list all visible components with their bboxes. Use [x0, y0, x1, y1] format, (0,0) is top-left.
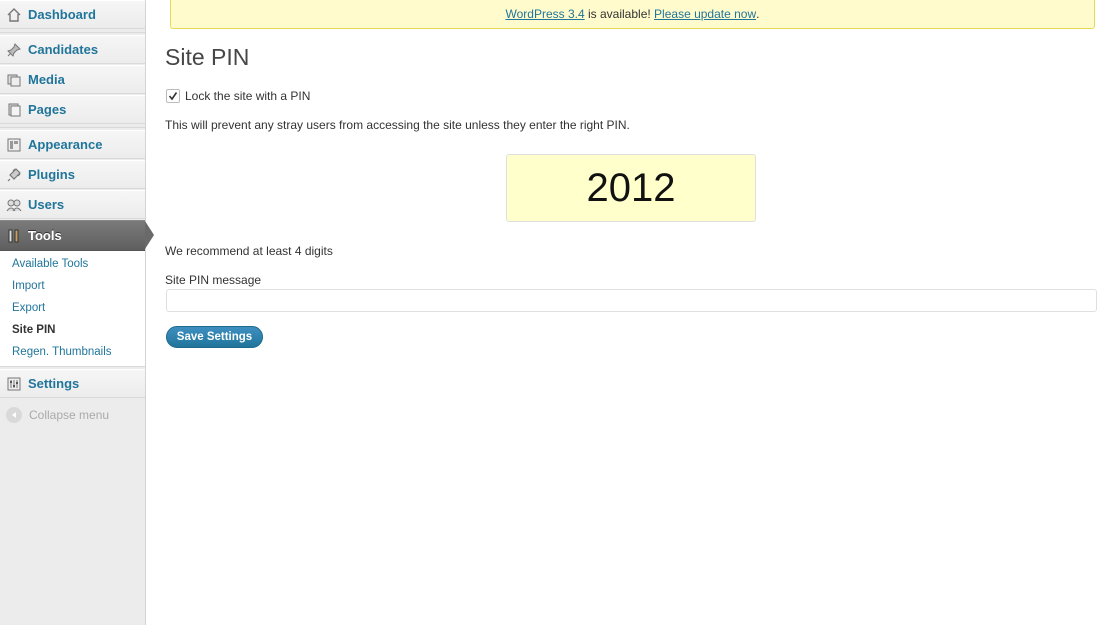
menu-item-media[interactable]: Media	[0, 65, 145, 94]
users-icon	[6, 197, 22, 213]
notice-text: is available!	[584, 7, 655, 21]
settings-icon	[6, 376, 22, 392]
admin-sidebar: Dashboard Candidates Media Pages Appeara…	[0, 0, 154, 625]
menu-item-users[interactable]: Users	[0, 190, 145, 219]
lock-site-option: Lock the site with a PIN	[166, 89, 310, 103]
menu-label: Candidates	[28, 42, 99, 57]
media-icon	[6, 72, 22, 88]
pages-icon	[6, 102, 22, 118]
pushpin-icon	[6, 42, 22, 58]
tools-icon	[6, 228, 22, 244]
submenu-item-import[interactable]: Import	[12, 280, 45, 292]
update-now-link[interactable]: Please update now	[654, 7, 756, 21]
submenu-item-available-tools[interactable]: Available Tools	[12, 258, 88, 270]
menu-item-candidates[interactable]: Candidates	[0, 35, 145, 64]
menu-label: Pages	[28, 102, 67, 117]
menu-separator	[0, 124, 145, 128]
page-title: Site PIN	[165, 44, 250, 70]
menu-label: Appearance	[28, 137, 103, 152]
appearance-icon	[6, 137, 22, 153]
wordpress-version-link[interactable]: WordPress 3.4	[506, 7, 585, 21]
pin-description: This will prevent any stray users from a…	[165, 118, 630, 132]
menu-label: Users	[28, 197, 65, 212]
pin-input[interactable]: 2012	[506, 154, 756, 222]
tools-submenu: Available Tools Import Export Site PIN R…	[0, 251, 145, 367]
site-pin-message-label: Site PIN message	[165, 273, 262, 287]
update-notice: WordPress 3.4 is available! Please updat…	[170, 0, 1095, 29]
menu-item-dashboard[interactable]: Dashboard	[0, 0, 145, 29]
menu-item-appearance[interactable]: Appearance	[0, 130, 145, 159]
menu-label: Dashboard	[28, 7, 96, 22]
menu-item-plugins[interactable]: Plugins	[0, 160, 145, 189]
menu-item-tools[interactable]: Tools	[0, 220, 154, 251]
collapse-arrow-icon	[6, 407, 22, 423]
submenu-item-export[interactable]: Export	[12, 302, 45, 314]
menu-separator	[0, 29, 145, 33]
submenu-item-regen-thumbnails[interactable]: Regen. Thumbnails	[12, 346, 112, 358]
save-settings-button[interactable]: Save Settings	[166, 326, 263, 348]
site-pin-message-field[interactable]	[166, 289, 1097, 312]
notice-period: .	[756, 7, 760, 21]
dashboard-icon	[6, 7, 22, 23]
menu-label: Settings	[28, 376, 80, 391]
menu-item-settings[interactable]: Settings	[0, 369, 145, 398]
pin-recommendation: We recommend at least 4 digits	[165, 244, 333, 258]
lock-site-checkbox[interactable]	[166, 89, 180, 103]
lock-site-label[interactable]: Lock the site with a PIN	[185, 89, 310, 103]
checkmark-icon	[168, 92, 178, 101]
menu-label: Tools	[28, 228, 62, 243]
menu-item-pages[interactable]: Pages	[0, 95, 145, 124]
menu-label: Plugins	[28, 167, 75, 182]
collapse-menu-label: Collapse menu	[29, 408, 110, 422]
plugin-icon	[6, 167, 22, 183]
collapse-menu-button[interactable]: Collapse menu	[6, 407, 109, 423]
submenu-item-site-pin[interactable]: Site PIN	[12, 324, 55, 336]
menu-label: Media	[28, 72, 65, 87]
